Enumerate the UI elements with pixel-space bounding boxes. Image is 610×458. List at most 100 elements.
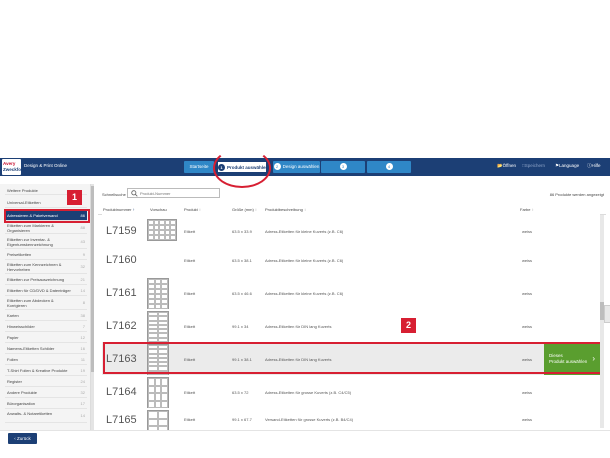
results-count: 86 Produkte werden angezeigt xyxy=(549,192,604,197)
sidebar-item-abdecken-korrigieren[interactable]: Etiketten zum Abdecken & Korrigieren 8 xyxy=(5,297,87,310)
sidebar-item-tshirt-folien[interactable]: T-Shirt Folien & Kreative Produkte 19 xyxy=(5,366,87,376)
sidebar-item-namens-etiketten[interactable]: Namens-Etiketten Schilder 16 xyxy=(5,344,87,354)
sidebar-item-markieren-organisieren[interactable]: Etiketten zum Markieren & Organisieren 8… xyxy=(5,222,87,234)
column-header-label: Vorschau xyxy=(150,207,167,212)
table-row[interactable]: L7160 Etikett 63.5 x 38.1 Adress-Etikett… xyxy=(102,243,600,279)
column-header-size[interactable]: Größe (mm) ↕ xyxy=(232,207,257,212)
column-header-color[interactable]: Farbe ↕ xyxy=(520,207,534,212)
column-header-product[interactable]: Produkt ↕ xyxy=(184,207,201,212)
chevron-right-icon: › xyxy=(592,354,595,363)
save-link[interactable]: □Speichern xyxy=(522,163,545,168)
product-size: 63.5 x 38.1 xyxy=(232,258,252,263)
sidebar-item-anwalts-notaretiketten[interactable]: Anwalts- & Notaretiketten 14 xyxy=(5,410,87,423)
sidebar-item-hinweisschilder[interactable]: Hinweisschilder 7 xyxy=(5,322,87,332)
label-sheet-preview xyxy=(147,377,169,409)
product-code: L7163 xyxy=(106,353,137,365)
step-4-number-icon: 4 xyxy=(385,163,393,171)
product-description: Adress-Etiketten für DIN lang Kuverts xyxy=(265,324,332,329)
column-header-label: Produktnummer xyxy=(103,207,132,212)
sidebar-item-buerorganisation[interactable]: Bürorganisation 17 xyxy=(5,399,87,409)
sidebar-item-kennzeichnen-hervorheben[interactable]: Etiketten zum Kennzeichnen & Hervorheben… xyxy=(5,261,87,274)
column-header-product-number[interactable]: Produktnummer ↑ xyxy=(103,207,135,212)
sidebar-item-label: Etiketten zur Preisauszeichnung xyxy=(7,277,65,282)
label-sheet-preview xyxy=(147,410,169,430)
sidebar-item-count: 14 xyxy=(80,288,85,293)
back-button-label: Zurück xyxy=(17,436,31,441)
sidebar-item-label: Etiketten zur Inventar- & Eigentumskennz… xyxy=(7,237,53,247)
back-button[interactable]: ‹ Zurück xyxy=(8,433,37,444)
table-row[interactable]: L7164 Etikett 63.5 x 72 Adress-Etiketten… xyxy=(102,375,600,411)
sidebar-item-cd-dvd[interactable]: Etiketten für CD/DVD & Datenträger 14 xyxy=(5,286,87,296)
table-row[interactable]: L7161 Etikett 63.5 x 46.6 Adress-Etikett… xyxy=(102,276,600,312)
table-row-selected[interactable]: L7163 Etikett 99.1 x 38.1 Adress-Etikett… xyxy=(102,342,600,378)
step-1-number-icon: 1 xyxy=(218,164,225,172)
sidebar-item-count: 19 xyxy=(80,368,85,373)
sidebar-item-label: Weitere Produkte xyxy=(7,188,38,193)
sidebar-item-andere-produkte[interactable]: Andere Produkte 32 xyxy=(5,388,87,398)
language-link[interactable]: ⚑Language xyxy=(555,163,579,169)
sidebar-item-count: 17 xyxy=(80,401,85,406)
step-select-product-label: Produkt auswählen xyxy=(227,165,269,170)
product-description: Adress-Etiketten für kleine Kuverts (z.B… xyxy=(265,229,344,234)
step-3-number-icon: 3 xyxy=(339,163,347,171)
table-row[interactable]: L7162 Etikett 99.1 x 34 Adress-Etiketten… xyxy=(102,309,600,345)
side-panel-tab[interactable] xyxy=(604,305,610,323)
step-select-design-label: Design auswählen xyxy=(282,164,320,169)
product-color: weiss xyxy=(522,390,533,395)
select-product-button[interactable]: Dieses Produkt auswählen › xyxy=(544,342,600,378)
help-link[interactable]: ⓘHilfe xyxy=(587,163,601,169)
sidebar-item-papier[interactable]: Papier 12 xyxy=(5,333,87,343)
sidebar-item-preisauszeichnung[interactable]: Etiketten zur Preisauszeichnung 21 xyxy=(5,275,87,285)
search-icon xyxy=(131,190,138,197)
sidebar-item-label: Adressieren & Paketversand xyxy=(7,213,58,218)
product-description: Adress-Etiketten für kleine Kuverts (z.B… xyxy=(265,291,344,296)
help-link-label: Hilfe xyxy=(591,163,601,168)
product-size: 99.1 x 34 xyxy=(232,324,249,329)
column-header-description[interactable]: Produktbeschreibung ↕ xyxy=(265,207,306,212)
sort-icon: ↕ xyxy=(198,207,201,212)
sidebar-item-karten[interactable]: Karten 38 xyxy=(5,311,87,321)
product-size: 63.5 x 72 xyxy=(232,390,249,395)
logo-line1: Avery xyxy=(3,161,16,166)
sidebar-scrollbar-thumb[interactable] xyxy=(91,186,94,372)
product-type: Etikett xyxy=(184,417,196,422)
sort-icon: ↕ xyxy=(254,207,257,212)
sidebar-item-count: 12 xyxy=(80,335,85,340)
sidebar-item-folien[interactable]: Folien 11 xyxy=(5,355,87,365)
product-code: L7162 xyxy=(106,320,137,332)
sidebar-item-label: Namens-Etiketten Schilder xyxy=(7,346,55,351)
step-home-label: Startseite xyxy=(189,164,209,169)
quick-search-input[interactable] xyxy=(140,190,218,197)
step-select-product-tab[interactable]: 1 Produkt auswählen xyxy=(217,161,269,173)
product-type: Etikett xyxy=(184,324,196,329)
step-select-design-tab[interactable]: 2 Design auswählen xyxy=(273,161,320,173)
product-size: 63.5 x 33.9 xyxy=(232,229,252,234)
step-4-tab[interactable]: 4 xyxy=(367,161,411,173)
sidebar-item-label: Register xyxy=(7,379,22,384)
product-code: L7160 xyxy=(106,254,137,266)
sidebar-item-count: 14 xyxy=(80,413,85,418)
product-description: Adress-Etiketten für DIN lang Kuverts xyxy=(265,357,332,362)
open-link[interactable]: 📂Öffnen xyxy=(497,163,516,169)
sidebar-item-count: 32 xyxy=(80,264,85,269)
label-sheet-preview xyxy=(147,219,177,241)
sidebar-item-count: 11 xyxy=(80,357,85,362)
column-header-label: Produktbeschreibung xyxy=(265,207,303,212)
step-2-number-icon: 2 xyxy=(273,163,281,171)
step-home-tab[interactable]: Startseite xyxy=(184,161,214,173)
sidebar-item-adressieren-paketversand[interactable]: Adressieren & Paketversand 86 xyxy=(5,211,87,221)
quick-search-box[interactable] xyxy=(127,188,220,198)
save-link-label: Speichern xyxy=(524,163,545,168)
sidebar-item-label: Papier xyxy=(7,335,19,340)
language-link-label: Language xyxy=(559,163,580,168)
table-row[interactable]: L7165 Etikett 99.1 x 67.7 Versand-Etiket… xyxy=(102,408,600,430)
step-3-tab[interactable]: 3 xyxy=(321,161,365,173)
sidebar-item-inventar-eigentum[interactable]: Etiketten zur Inventar- & Eigentumskennz… xyxy=(5,236,87,249)
avery-zweckform-logo[interactable]: Avery Zweckform xyxy=(2,159,27,175)
footer-bar xyxy=(0,430,610,458)
product-type: Etikett xyxy=(184,390,196,395)
sidebar-item-register[interactable]: Register 24 xyxy=(5,377,87,387)
select-product-line1: Dieses xyxy=(549,353,563,358)
sidebar-item-preisetiketten[interactable]: Preisetiketten 9 xyxy=(5,250,87,260)
column-header-preview: Vorschau xyxy=(150,207,167,212)
